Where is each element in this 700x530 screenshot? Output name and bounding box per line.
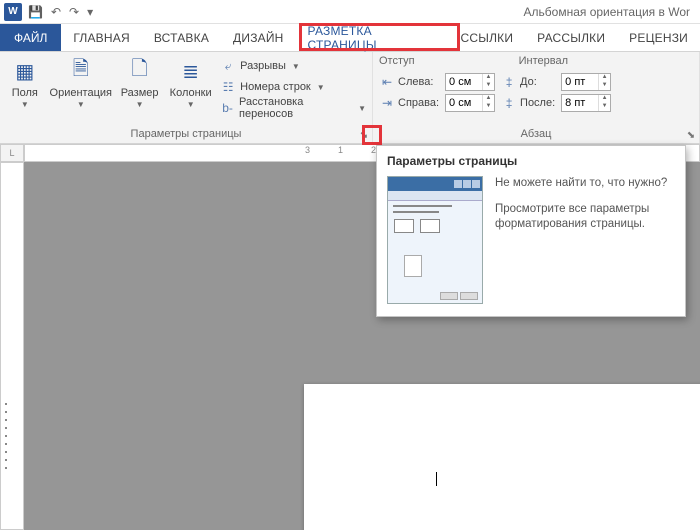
line-numbers-button[interactable]: ☷ Номера строк ▼ <box>220 78 366 96</box>
indent-title: Отступ <box>379 55 415 69</box>
indent-left-input[interactable]: ▲▼ <box>445 73 495 91</box>
text-cursor <box>436 472 437 486</box>
save-icon[interactable]: 💾 <box>28 5 43 19</box>
group-page-setup: ▦ Поля ▼ 🗎 Ориентация ▼ 🗋 Размер ▼ ≣ Кол… <box>0 52 373 143</box>
spacing-before-label: ‡До: <box>501 74 555 90</box>
orientation-icon: 🗎 <box>67 57 95 85</box>
tab-review[interactable]: РЕЦЕНЗИ <box>617 24 700 51</box>
chevron-down-icon: ▼ <box>187 100 195 109</box>
indent-right-label: ⇥Справа: <box>379 95 439 111</box>
title-bar: W 💾 ↶ ↷ ▾ Альбомная ориентация в Wor <box>0 0 700 24</box>
paragraph-launcher[interactable]: ⬊ <box>685 129 697 141</box>
tooltip-text: Не можете найти то, что нужно? Просмотри… <box>495 176 675 304</box>
line-numbers-label: Номера строк <box>240 81 311 93</box>
margins-label: Поля <box>12 87 38 99</box>
quick-access-toolbar: 💾 ↶ ↷ ▾ <box>28 5 93 19</box>
indent-right-input[interactable]: ▲▼ <box>445 94 495 112</box>
spacing-before-icon: ‡ <box>501 74 517 90</box>
tab-design[interactable]: ДИЗАЙН <box>221 24 296 51</box>
ruler-mark: 3 <box>305 145 310 155</box>
tab-insert[interactable]: ВСТАВКА <box>142 24 221 51</box>
indent-right-icon: ⇥ <box>379 95 395 111</box>
chevron-down-icon: ▼ <box>358 104 366 113</box>
tooltip-description: Просмотрите все параметры форматирования… <box>495 202 675 233</box>
group-paragraph: Отступ Интервал ⇤Слева: ▲▼ ‡До: ▲▼ ⇥Спра… <box>373 52 700 143</box>
breaks-icon: ⤶ <box>220 58 236 74</box>
columns-button[interactable]: ≣ Колонки ▼ <box>167 55 214 109</box>
tooltip-question: Не можете найти то, что нужно? <box>495 176 675 192</box>
group-label-paragraph: Абзац <box>379 126 693 143</box>
spacing-before-input[interactable]: ▲▼ <box>561 73 611 91</box>
spacing-title: Интервал <box>519 55 568 69</box>
vertical-ruler[interactable] <box>0 162 24 530</box>
window-title: Альбомная ориентация в Wor <box>93 5 696 19</box>
tab-mailings[interactable]: РАССЫЛКИ <box>525 24 617 51</box>
spacing-after-label: ‡После: <box>501 95 555 111</box>
columns-label: Колонки <box>170 87 212 99</box>
size-button[interactable]: 🗋 Размер ▼ <box>118 55 161 109</box>
indent-left-icon: ⇤ <box>379 74 395 90</box>
group-label-page-setup: Параметры страницы <box>6 126 366 143</box>
breaks-label: Разрывы <box>240 60 286 72</box>
tooltip-thumbnail <box>387 176 483 304</box>
highlight-box-launcher <box>362 125 382 145</box>
chevron-down-icon: ▼ <box>292 62 300 71</box>
hyphenation-label: Расстановка переносов <box>239 96 352 120</box>
tooltip-page-setup: Параметры страницы Не можете найти то, ч… <box>376 145 686 317</box>
orientation-label: Ориентация <box>50 87 112 99</box>
columns-icon: ≣ <box>177 57 205 85</box>
chevron-down-icon: ▼ <box>77 100 85 109</box>
chevron-down-icon: ▼ <box>21 100 29 109</box>
breaks-button[interactable]: ⤶ Разрывы ▼ <box>220 57 366 75</box>
margins-icon: ▦ <box>11 57 39 85</box>
ruler-mark: 1 <box>338 145 343 155</box>
indent-left-label: ⇤Слева: <box>379 74 439 90</box>
spacing-after-input[interactable]: ▲▼ <box>561 94 611 112</box>
tab-home[interactable]: ГЛАВНАЯ <box>61 24 141 51</box>
spacing-after-icon: ‡ <box>501 95 517 111</box>
redo-icon[interactable]: ↷ <box>69 5 79 19</box>
chevron-down-icon: ▼ <box>136 100 144 109</box>
ribbon: ▦ Поля ▼ 🗎 Ориентация ▼ 🗋 Размер ▼ ≣ Кол… <box>0 52 700 144</box>
hyphenation-button[interactable]: b- Расстановка переносов ▼ <box>220 99 366 117</box>
ruler-corner: L <box>0 144 24 162</box>
tooltip-title: Параметры страницы <box>387 154 675 168</box>
tab-file[interactable]: ФАЙЛ <box>0 24 61 51</box>
undo-icon[interactable]: ↶ <box>51 5 61 19</box>
highlight-box-tab <box>299 23 460 51</box>
orientation-button[interactable]: 🗎 Ориентация ▼ <box>50 55 112 109</box>
margins-button[interactable]: ▦ Поля ▼ <box>6 55 44 109</box>
chevron-down-icon: ▼ <box>317 83 325 92</box>
size-icon: 🗋 <box>126 57 154 85</box>
app-icon: W <box>4 3 22 21</box>
tab-references[interactable]: ССЫЛКИ <box>449 24 526 51</box>
hyphenation-icon: b- <box>220 100 235 116</box>
size-label: Размер <box>121 87 159 99</box>
line-numbers-icon: ☷ <box>220 79 236 95</box>
page-setup-stack: ⤶ Разрывы ▼ ☷ Номера строк ▼ b- Расстано… <box>220 55 366 117</box>
document-page[interactable] <box>304 384 700 530</box>
